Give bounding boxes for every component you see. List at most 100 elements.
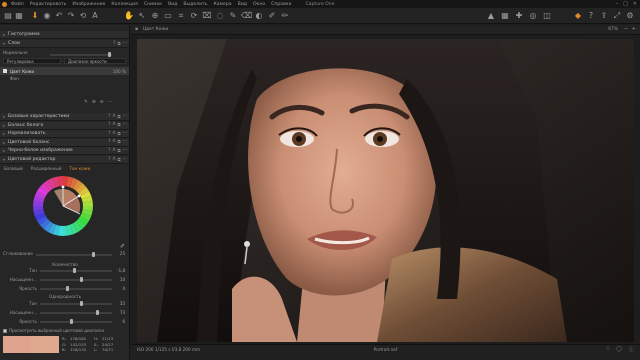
slider-track[interactable] xyxy=(40,270,112,272)
layer-mode[interactable]: Нормально xyxy=(3,50,28,55)
smoothness-value[interactable]: 25 xyxy=(113,251,125,256)
close-icon[interactable]: ✕ xyxy=(633,1,637,7)
layer-type-dropdown[interactable]: Регулировка xyxy=(3,58,61,64)
slider-knob[interactable] xyxy=(70,319,73,324)
slider-value[interactable]: 6 xyxy=(113,319,125,324)
auto-adjust-icon[interactable]: A xyxy=(90,11,100,21)
menu-item[interactable]: Вид xyxy=(165,2,180,7)
auto-icon[interactable]: A xyxy=(112,122,115,128)
annotate-icon[interactable]: ✏ xyxy=(280,11,290,21)
more-icon[interactable]: ⋯ xyxy=(123,148,127,154)
slider-track[interactable] xyxy=(40,303,112,305)
slider-track[interactable] xyxy=(40,312,112,314)
slider-value[interactable]: 10 xyxy=(113,277,125,282)
tool-section[interactable]: ▸ Базовые характеристики? A ⧉ ⋯ xyxy=(0,113,129,121)
tab-basic[interactable]: Базовый xyxy=(4,166,23,171)
copy-icon[interactable]: ⧉ xyxy=(117,114,120,120)
help-icon[interactable]: ? xyxy=(586,11,596,21)
layer-item-background[interactable]: Фон xyxy=(0,75,129,82)
auto-icon[interactable]: A xyxy=(112,131,115,137)
help-icon[interactable]: ? xyxy=(108,131,110,137)
undo-icon[interactable]: ↶ xyxy=(54,11,64,21)
compare-icon[interactable]: ◫ xyxy=(542,11,552,21)
keystone-icon[interactable]: ⌧ xyxy=(202,11,212,21)
auto-icon[interactable]: A xyxy=(112,157,115,163)
color-wheel[interactable] xyxy=(32,175,94,237)
viewer[interactable] xyxy=(131,36,640,344)
help-icon[interactable]: ? xyxy=(108,122,110,128)
info-icon[interactable]: ⓘ xyxy=(629,346,634,353)
capture-icon[interactable]: ◉ xyxy=(42,11,52,21)
tab-skin-tone[interactable]: Тон кожи xyxy=(69,166,90,171)
menu-item[interactable]: Справка xyxy=(268,2,294,7)
menu-item[interactable]: Окно xyxy=(250,2,268,7)
zoom-icon[interactable]: ⊕ xyxy=(150,11,160,21)
menu-item[interactable]: Выделить xyxy=(180,2,210,7)
tool-section[interactable]: ▸ Нормализовать? A ⧉ ⋯ xyxy=(0,130,129,139)
menu-item[interactable]: Изображение xyxy=(69,2,108,7)
delete-layer-icon[interactable]: ⊖ xyxy=(100,100,104,105)
more-icon[interactable]: ⋯ xyxy=(123,139,127,145)
menu-item[interactable]: Редактировать xyxy=(27,2,70,7)
color-tag-icon[interactable]: ◯ xyxy=(616,346,622,352)
slider-value[interactable]: 35 xyxy=(113,301,125,306)
slider-knob[interactable] xyxy=(96,310,99,315)
process-icon[interactable]: ◆ xyxy=(573,11,583,21)
slider-knob[interactable] xyxy=(73,268,76,273)
copy-icon[interactable]: ⧉ xyxy=(117,131,120,137)
copy-icon[interactable]: ⧉ xyxy=(117,157,120,163)
zoom-in-icon[interactable]: + xyxy=(632,26,636,32)
histogram-section[interactable]: ▸ Гистограмма xyxy=(0,31,129,39)
import-icon[interactable]: ⬇ xyxy=(30,11,40,21)
auto-icon[interactable]: A xyxy=(112,114,115,120)
fullscreen-icon[interactable]: ⤢ xyxy=(612,11,622,21)
slider-knob[interactable] xyxy=(80,277,83,282)
grid-icon[interactable]: ▦ xyxy=(14,11,24,21)
copy-icon[interactable]: ⧉ xyxy=(117,122,120,128)
smoothness-knob[interactable] xyxy=(92,252,95,257)
reset-icon[interactable]: ⟲ xyxy=(78,11,88,21)
smoothness-slider[interactable] xyxy=(36,254,112,256)
more-icon[interactable]: ⋯ xyxy=(123,157,127,163)
copy-icon[interactable]: ⧉ xyxy=(117,148,120,154)
layer-item-selected[interactable]: Цвет Кожи 100 % xyxy=(0,67,129,75)
select-icon[interactable]: ↖ xyxy=(137,11,147,21)
redo-icon[interactable]: ↷ xyxy=(66,11,76,21)
menu-item[interactable]: Файл xyxy=(8,2,27,7)
tool-section[interactable]: ▸ Цветовой баланс? A ⧉ ⋯ xyxy=(0,138,129,147)
help-icon[interactable]: ? xyxy=(108,114,110,120)
guides-icon[interactable]: ✚ xyxy=(514,11,524,21)
tab-advanced[interactable]: Расширенный xyxy=(31,166,62,171)
menu-item[interactable]: Камера xyxy=(211,2,235,7)
eraser-icon[interactable]: ⌫ xyxy=(241,11,252,21)
minimize-icon[interactable]: – xyxy=(616,1,619,7)
rating-icon[interactable]: ☆ xyxy=(606,346,610,352)
slider-track[interactable] xyxy=(40,321,112,323)
new-fill-layer-icon[interactable]: ⊕ xyxy=(92,100,96,105)
viewer-icon[interactable]: ▭ xyxy=(163,11,173,21)
slider-value[interactable]: -1,8 xyxy=(113,268,125,273)
slider-knob[interactable] xyxy=(80,301,83,306)
portrait-photo[interactable] xyxy=(137,39,634,342)
picker-icon[interactable]: ✐ xyxy=(120,243,125,250)
layer-options-icon[interactable]: ⋯ xyxy=(108,100,113,105)
menu-item[interactable]: Снимок xyxy=(141,2,165,7)
help-icon[interactable]: ? xyxy=(108,148,110,154)
add-layer-icon[interactable]: ✎ xyxy=(84,100,88,105)
auto-icon[interactable]: A xyxy=(112,148,115,154)
exposure-warning-icon[interactable]: ▲ xyxy=(486,11,496,21)
gradient-icon[interactable]: ◐ xyxy=(254,11,264,21)
rotate-icon[interactable]: ⟳ xyxy=(189,11,199,21)
slider-track[interactable] xyxy=(40,279,112,281)
spot-removal-icon[interactable]: ◌ xyxy=(215,11,225,21)
zoom-out-icon[interactable]: − xyxy=(624,26,628,32)
maximize-icon[interactable]: □ xyxy=(623,1,628,7)
menu-item[interactable]: Вид xyxy=(235,2,250,7)
layer-opacity-knob[interactable] xyxy=(108,52,111,57)
tool-section[interactable]: ▸ Баланс белого? A ⧉ ⋯ xyxy=(0,121,129,130)
proof-icon[interactable]: ◎ xyxy=(528,11,538,21)
tool-section[interactable]: ▸ Черно-белое изображение? A ⧉ ⋯ xyxy=(0,147,129,156)
settings-icon[interactable]: ⚙ xyxy=(625,11,635,21)
auto-icon[interactable]: A xyxy=(112,139,115,145)
zoom-level[interactable]: 67% xyxy=(608,27,618,32)
